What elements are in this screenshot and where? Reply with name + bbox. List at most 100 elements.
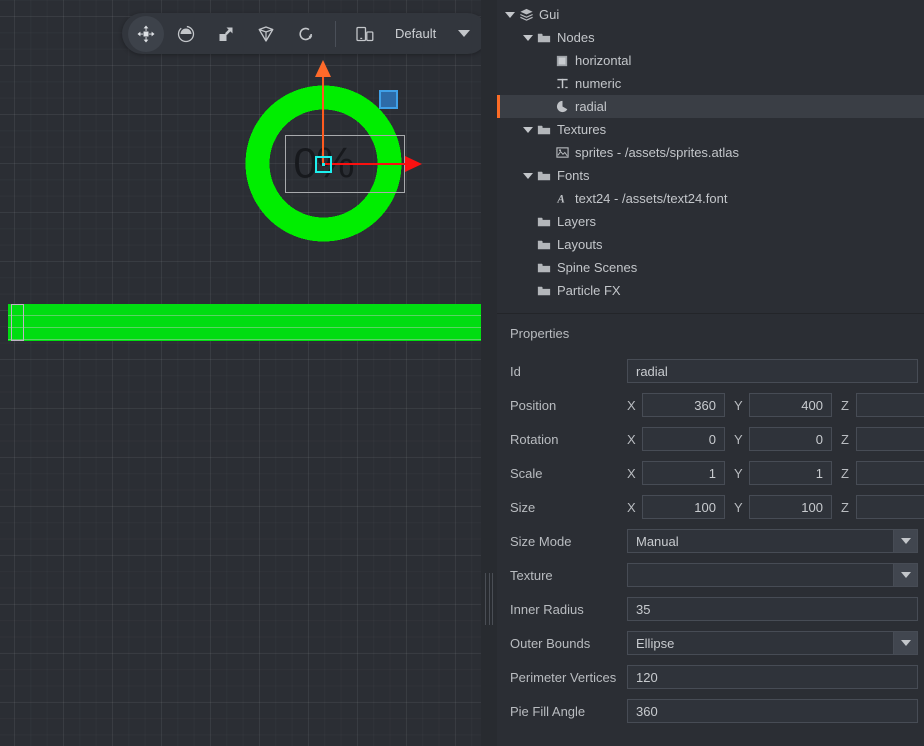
layers-icon — [517, 7, 535, 22]
chevron-down-icon[interactable] — [893, 564, 917, 586]
move-icon — [136, 24, 156, 44]
bar-divider-line — [8, 315, 481, 316]
tree-item-text24[interactable]: Atext24 - /assets/text24.font — [497, 187, 924, 210]
bar-divider-line — [8, 339, 481, 340]
reset-tool-button[interactable] — [288, 16, 324, 52]
property-row-texture: Texture — [497, 563, 924, 587]
position-y-input[interactable]: 400 — [749, 393, 832, 417]
tree-item-label: Gui — [539, 7, 559, 22]
property-label-inner-radius: Inner Radius — [510, 602, 627, 617]
position-x-input[interactable]: 360 — [642, 393, 725, 417]
bar-selection-handle[interactable] — [11, 304, 24, 341]
chevron-down-icon[interactable] — [458, 30, 470, 37]
twisty-expanded-icon[interactable] — [521, 31, 535, 45]
scale-tool-button[interactable] — [208, 16, 244, 52]
rotate-tool-button[interactable] — [168, 16, 204, 52]
axis-label-x: X — [627, 466, 642, 481]
properties-title: Properties — [497, 326, 924, 341]
move-gizmo-y-axis[interactable] — [322, 75, 324, 165]
twisty-placeholder — [539, 77, 553, 91]
twisty-placeholder — [521, 261, 535, 275]
twisty-expanded-icon[interactable] — [521, 123, 535, 137]
tree-item-fonts[interactable]: Fonts — [497, 164, 924, 187]
panel-splitter[interactable] — [481, 0, 497, 746]
toolbar-divider — [335, 21, 336, 47]
property-label-id: Id — [510, 364, 627, 379]
folder-icon — [535, 261, 553, 275]
properties-panel: Properties Id radial Position X 360 Y 40… — [497, 313, 924, 746]
tree-item-textures[interactable]: Textures — [497, 118, 924, 141]
tree-item-label: radial — [575, 99, 607, 114]
tree-item-label: sprites - /assets/sprites.atlas — [575, 145, 739, 160]
axis-label-y: Y — [734, 466, 749, 481]
size-x-input[interactable]: 100 — [642, 495, 725, 519]
outer-bounds-dropdown[interactable]: Ellipse — [627, 631, 918, 655]
texture-dropdown[interactable] — [627, 563, 918, 587]
axis-label-z: Z — [841, 398, 856, 413]
tree-item-numeric[interactable]: numeric — [497, 72, 924, 95]
rotation-y-input[interactable]: 0 — [749, 427, 832, 451]
rotation-z-input[interactable]: 0 — [856, 427, 924, 451]
chevron-down-icon[interactable] — [893, 632, 917, 654]
axis-label-z: Z — [841, 466, 856, 481]
bones-tool-button[interactable] — [248, 16, 284, 52]
move-gizmo-center-dot — [322, 163, 325, 166]
move-gizmo-y-arrow-icon[interactable] — [315, 60, 331, 77]
position-z-input[interactable]: 0 — [856, 393, 924, 417]
tree-item-spine[interactable]: Spine Scenes — [497, 256, 924, 279]
tree-item-sprites[interactable]: sprites - /assets/sprites.atlas — [497, 141, 924, 164]
viewport-toolbar: Default — [122, 13, 481, 54]
tree-item-particle[interactable]: Particle FX — [497, 279, 924, 302]
inner-radius-input[interactable]: 35 — [627, 597, 918, 621]
twisty-placeholder — [521, 238, 535, 252]
tree-item-label: Particle FX — [557, 283, 621, 298]
scale-y-input[interactable]: 1 — [749, 461, 832, 485]
device-layout-button[interactable] — [347, 16, 383, 52]
folder-icon — [535, 169, 553, 183]
tree-item-nodes[interactable]: Nodes — [497, 26, 924, 49]
scale-z-input[interactable]: 1 — [856, 461, 924, 485]
font-icon: A — [553, 192, 571, 205]
tree-item-gui[interactable]: Gui — [497, 3, 924, 26]
tree-item-radial[interactable]: radial — [497, 95, 924, 118]
chevron-down-icon[interactable] — [893, 530, 917, 552]
folder-icon — [535, 238, 553, 252]
bar-divider-line — [8, 327, 481, 328]
twisty-expanded-icon[interactable] — [521, 169, 535, 183]
size-mode-dropdown[interactable]: Manual — [627, 529, 918, 553]
property-label-position: Position — [510, 398, 627, 413]
scale-x-input[interactable]: 1 — [642, 461, 725, 485]
axis-label-z: Z — [841, 432, 856, 447]
perimeter-vertices-input[interactable]: 120 — [627, 665, 918, 689]
box-node-icon — [553, 55, 571, 67]
move-gizmo-x-arrow-icon[interactable] — [405, 156, 422, 172]
editor-window: 0% — [0, 0, 924, 746]
tree-item-label: Textures — [557, 122, 606, 137]
axis-label-y: Y — [734, 500, 749, 515]
tree-item-horizontal[interactable]: horizontal — [497, 49, 924, 72]
rotation-x-input[interactable]: 0 — [642, 427, 725, 451]
tree-item-label: Spine Scenes — [557, 260, 637, 275]
scene-viewport[interactable]: 0% — [0, 0, 481, 746]
move-gizmo-x-axis[interactable] — [323, 163, 407, 165]
folder-icon — [535, 31, 553, 45]
resize-handle[interactable] — [379, 90, 398, 109]
size-y-input[interactable]: 100 — [749, 495, 832, 519]
twisty-expanded-icon[interactable] — [503, 8, 517, 22]
reset-icon — [296, 24, 316, 44]
outline-tree[interactable]: Gui Nodeshorizontalnumeric radial Textures s… — [497, 0, 924, 313]
tree-item-layers[interactable]: Layers — [497, 210, 924, 233]
size-mode-value: Manual — [628, 534, 893, 549]
tree-item-label: Layers — [557, 214, 596, 229]
layout-selector[interactable]: Default — [345, 16, 481, 52]
size-z-input[interactable]: 0 — [856, 495, 924, 519]
tree-item-layouts[interactable]: Layouts — [497, 233, 924, 256]
horizontal-bar-node[interactable] — [8, 304, 481, 341]
pie-fill-angle-input[interactable]: 360 — [627, 699, 918, 723]
move-tool-button[interactable] — [128, 16, 164, 52]
id-input[interactable]: radial — [627, 359, 918, 383]
viewport-grid — [0, 0, 481, 746]
splitter-grip-icon[interactable] — [485, 573, 493, 625]
property-label-scale: Scale — [510, 466, 627, 481]
property-row-position: Position X 360 Y 400 Z 0 — [497, 393, 924, 417]
